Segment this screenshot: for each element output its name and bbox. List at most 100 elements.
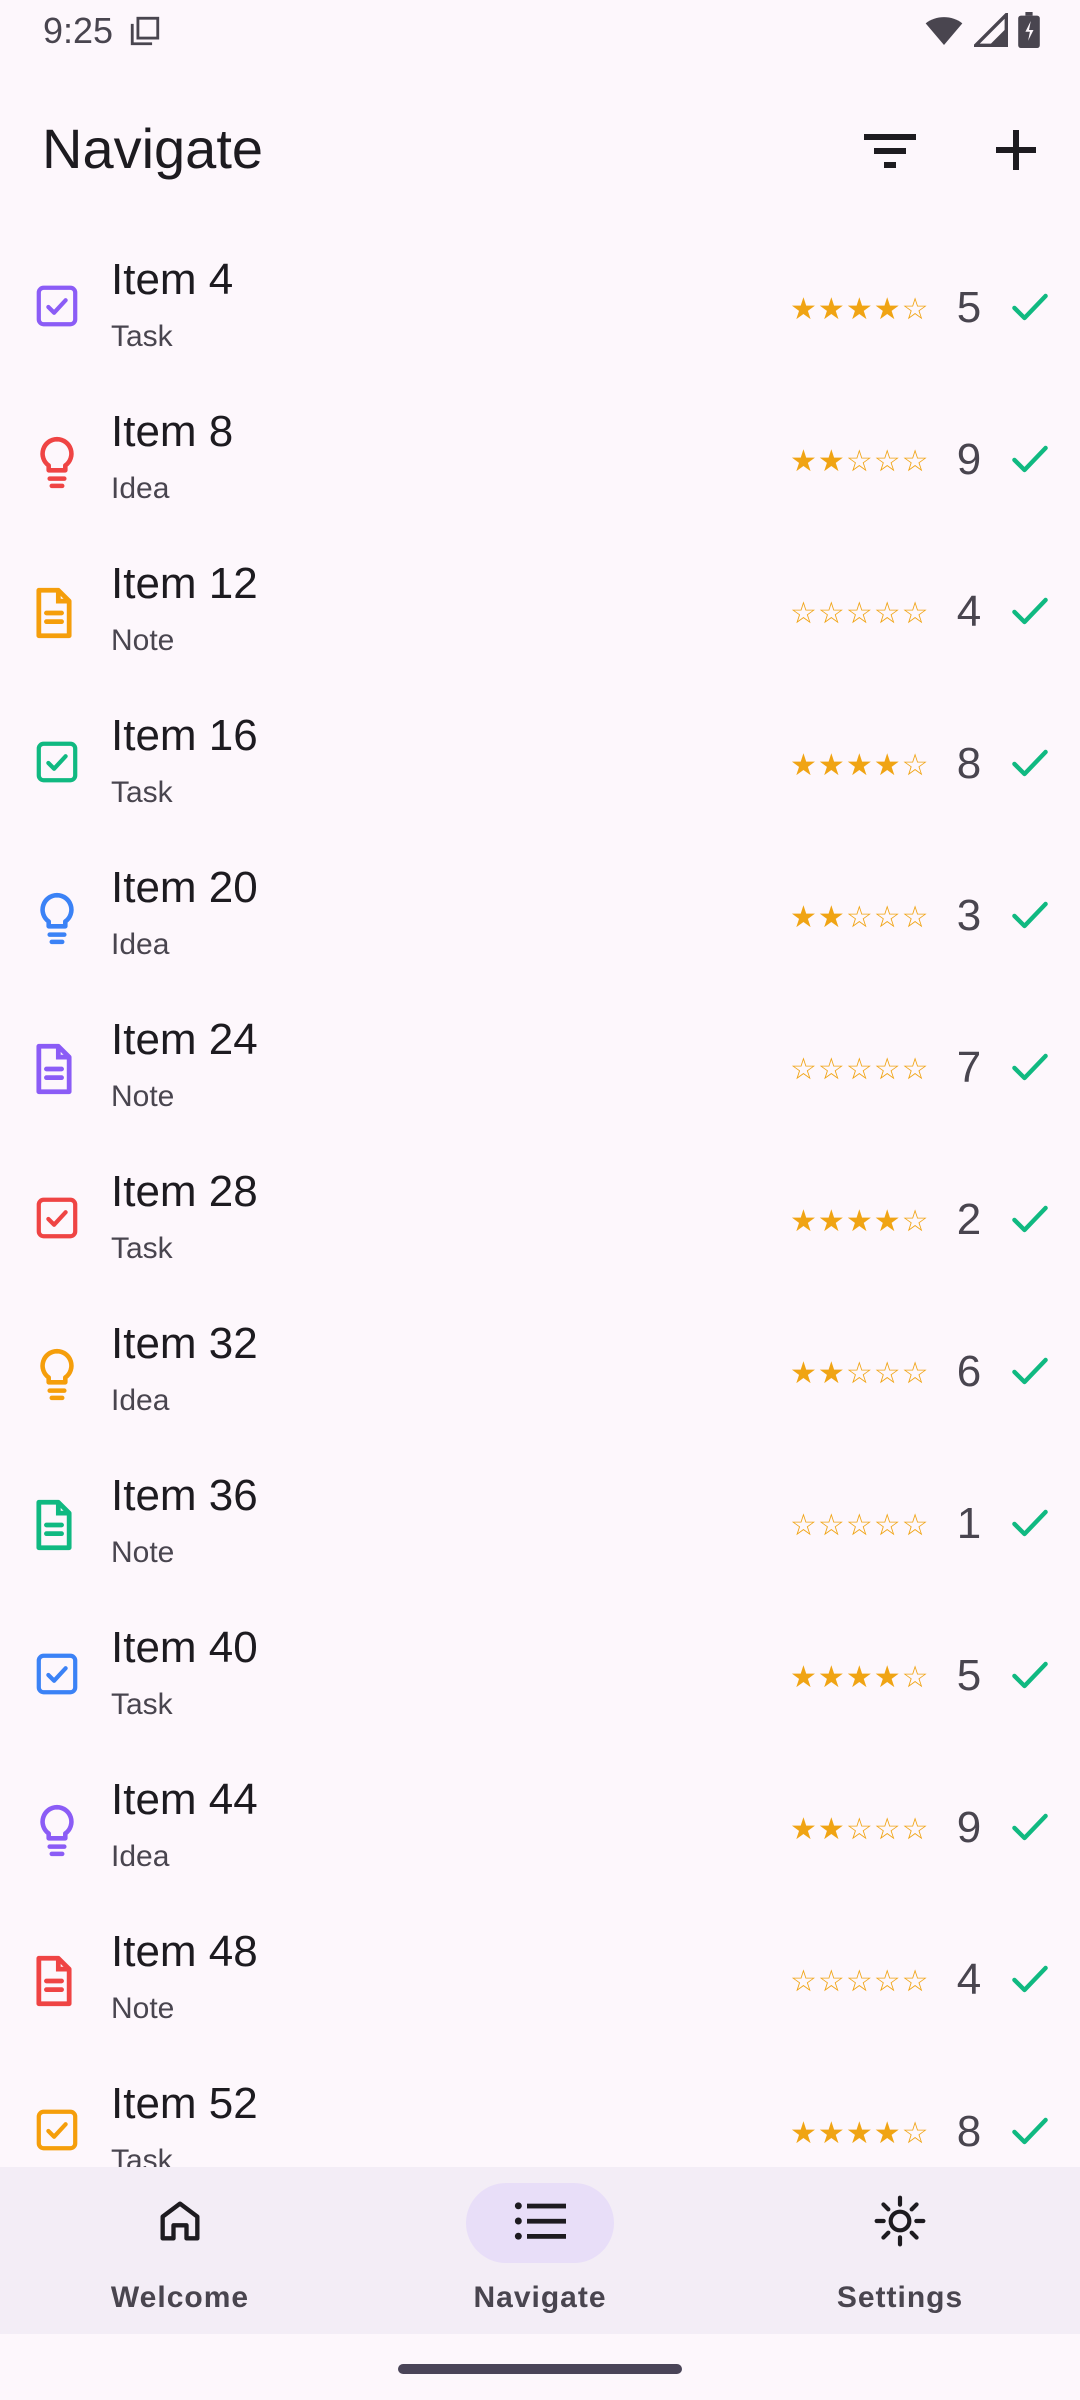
star-filled-icon: ★ bbox=[817, 293, 846, 326]
item-count: 1 bbox=[956, 1499, 982, 1548]
item-type: Idea bbox=[111, 928, 170, 961]
star-outline-icon: ☆ bbox=[873, 1509, 902, 1542]
wifi-icon bbox=[924, 12, 964, 53]
idea-icon bbox=[34, 435, 80, 491]
list-item[interactable]: Item 12 Note ☆☆☆☆☆ 4 bbox=[0, 541, 1080, 693]
app-bar: Navigate bbox=[0, 62, 1080, 237]
check-icon[interactable] bbox=[1008, 1501, 1052, 1545]
check-icon[interactable] bbox=[1008, 285, 1052, 329]
idea-icon bbox=[34, 1347, 80, 1403]
add-icon bbox=[996, 129, 1036, 175]
star-outline-icon: ☆ bbox=[790, 1965, 818, 1998]
star-outline-icon: ☆ bbox=[901, 1661, 930, 1694]
item-count: 7 bbox=[956, 1043, 982, 1092]
home-icon bbox=[154, 2195, 206, 2252]
star-rating: ★★★★☆ bbox=[790, 1204, 930, 1239]
task-icon bbox=[34, 2107, 80, 2163]
star-outline-icon: ☆ bbox=[901, 597, 930, 630]
filter-button[interactable] bbox=[840, 102, 940, 202]
list-item[interactable]: Item 24 Note ☆☆☆☆☆ 7 bbox=[0, 997, 1080, 1149]
star-outline-icon: ☆ bbox=[845, 1509, 874, 1542]
item-count: 9 bbox=[956, 1803, 982, 1852]
star-outline-icon: ☆ bbox=[817, 1053, 846, 1086]
star-outline-icon: ☆ bbox=[817, 1965, 846, 1998]
star-filled-icon: ★ bbox=[790, 749, 818, 782]
add-button[interactable] bbox=[966, 102, 1066, 202]
star-filled-icon: ★ bbox=[817, 445, 846, 478]
star-filled-icon: ★ bbox=[873, 1661, 902, 1694]
star-filled-icon: ★ bbox=[790, 1357, 818, 1390]
list-item[interactable]: Item 28 Task ★★★★☆ 2 bbox=[0, 1149, 1080, 1301]
star-filled-icon: ★ bbox=[817, 901, 846, 934]
check-icon[interactable] bbox=[1008, 2109, 1052, 2153]
star-outline-icon: ☆ bbox=[790, 1509, 818, 1542]
note-icon bbox=[34, 1955, 80, 2011]
screenshot-icon bbox=[128, 14, 162, 53]
item-title: Item 12 bbox=[111, 559, 258, 608]
check-icon[interactable] bbox=[1008, 1197, 1052, 1241]
star-filled-icon: ★ bbox=[817, 1661, 846, 1694]
list-item[interactable]: Item 48 Note ☆☆☆☆☆ 4 bbox=[0, 1909, 1080, 2061]
status-time: 9:25 bbox=[43, 10, 114, 51]
list-item[interactable]: Item 4 Task ★★★★☆ 5 bbox=[0, 237, 1080, 389]
list-item[interactable]: Item 40 Task ★★★★☆ 5 bbox=[0, 1605, 1080, 1757]
item-count: 9 bbox=[956, 435, 982, 484]
star-filled-icon: ★ bbox=[790, 293, 818, 326]
star-filled-icon: ★ bbox=[873, 2117, 902, 2150]
check-icon[interactable] bbox=[1008, 1045, 1052, 1089]
check-icon[interactable] bbox=[1008, 1957, 1052, 2001]
item-title: Item 32 bbox=[111, 1319, 258, 1368]
filter-icon bbox=[864, 130, 916, 175]
list-item[interactable]: Item 20 Idea ★★☆☆☆ 3 bbox=[0, 845, 1080, 997]
list-item[interactable]: Item 32 Idea ★★☆☆☆ 6 bbox=[0, 1301, 1080, 1453]
star-rating: ★★★★☆ bbox=[790, 292, 930, 327]
star-filled-icon: ★ bbox=[845, 1205, 874, 1238]
task-icon bbox=[34, 1195, 80, 1251]
star-outline-icon: ☆ bbox=[901, 2117, 930, 2150]
star-outline-icon: ☆ bbox=[790, 597, 818, 630]
check-icon[interactable] bbox=[1008, 741, 1052, 785]
list-item[interactable]: Item 16 Task ★★★★☆ 8 bbox=[0, 693, 1080, 845]
item-list: Item 4 Task ★★★★☆ 5 Item 8 Idea ★★☆☆☆ 9 Item 12 N… bbox=[0, 237, 1080, 2167]
item-title: Item 20 bbox=[111, 863, 258, 912]
check-icon[interactable] bbox=[1008, 893, 1052, 937]
star-filled-icon: ★ bbox=[817, 2117, 846, 2150]
list-item[interactable]: Item 8 Idea ★★☆☆☆ 9 bbox=[0, 389, 1080, 541]
note-icon bbox=[34, 587, 80, 643]
settings-icon bbox=[872, 2193, 928, 2254]
check-icon[interactable] bbox=[1008, 437, 1052, 481]
item-title: Item 4 bbox=[111, 255, 234, 304]
check-icon[interactable] bbox=[1008, 1805, 1052, 1849]
item-type: Task bbox=[111, 776, 173, 809]
item-title: Item 52 bbox=[111, 2079, 258, 2128]
star-outline-icon: ☆ bbox=[873, 901, 902, 934]
nav-item-settings[interactable]: Settings bbox=[720, 2167, 1080, 2334]
nav-label-welcome: Welcome bbox=[110, 2281, 250, 2314]
nav-item-navigate[interactable]: Navigate bbox=[360, 2167, 720, 2334]
item-count: 5 bbox=[956, 283, 982, 332]
star-filled-icon: ★ bbox=[817, 1205, 846, 1238]
star-outline-icon: ☆ bbox=[845, 901, 874, 934]
star-filled-icon: ★ bbox=[817, 1813, 846, 1846]
list-item[interactable]: Item 44 Idea ★★☆☆☆ 9 bbox=[0, 1757, 1080, 1909]
gesture-bar bbox=[398, 2364, 682, 2374]
item-count: 8 bbox=[956, 739, 982, 788]
star-outline-icon: ☆ bbox=[845, 445, 874, 478]
item-type: Task bbox=[111, 1232, 173, 1265]
check-icon[interactable] bbox=[1008, 589, 1052, 633]
star-rating: ☆☆☆☆☆ bbox=[790, 596, 930, 631]
star-outline-icon: ☆ bbox=[901, 293, 930, 326]
nav-item-welcome[interactable]: Welcome bbox=[0, 2167, 360, 2334]
star-filled-icon: ★ bbox=[873, 293, 902, 326]
check-icon[interactable] bbox=[1008, 1349, 1052, 1393]
list-item[interactable]: Item 36 Note ☆☆☆☆☆ 1 bbox=[0, 1453, 1080, 1605]
star-rating: ★★☆☆☆ bbox=[790, 444, 930, 479]
star-filled-icon: ★ bbox=[845, 1661, 874, 1694]
star-rating: ★★★★☆ bbox=[790, 1660, 930, 1695]
list-item[interactable]: Item 52 Task ★★★★☆ 8 bbox=[0, 2061, 1080, 2167]
star-outline-icon: ☆ bbox=[901, 901, 930, 934]
item-count: 3 bbox=[956, 891, 982, 940]
check-icon[interactable] bbox=[1008, 1653, 1052, 1697]
item-type: Idea bbox=[111, 1840, 170, 1873]
star-filled-icon: ★ bbox=[817, 749, 846, 782]
